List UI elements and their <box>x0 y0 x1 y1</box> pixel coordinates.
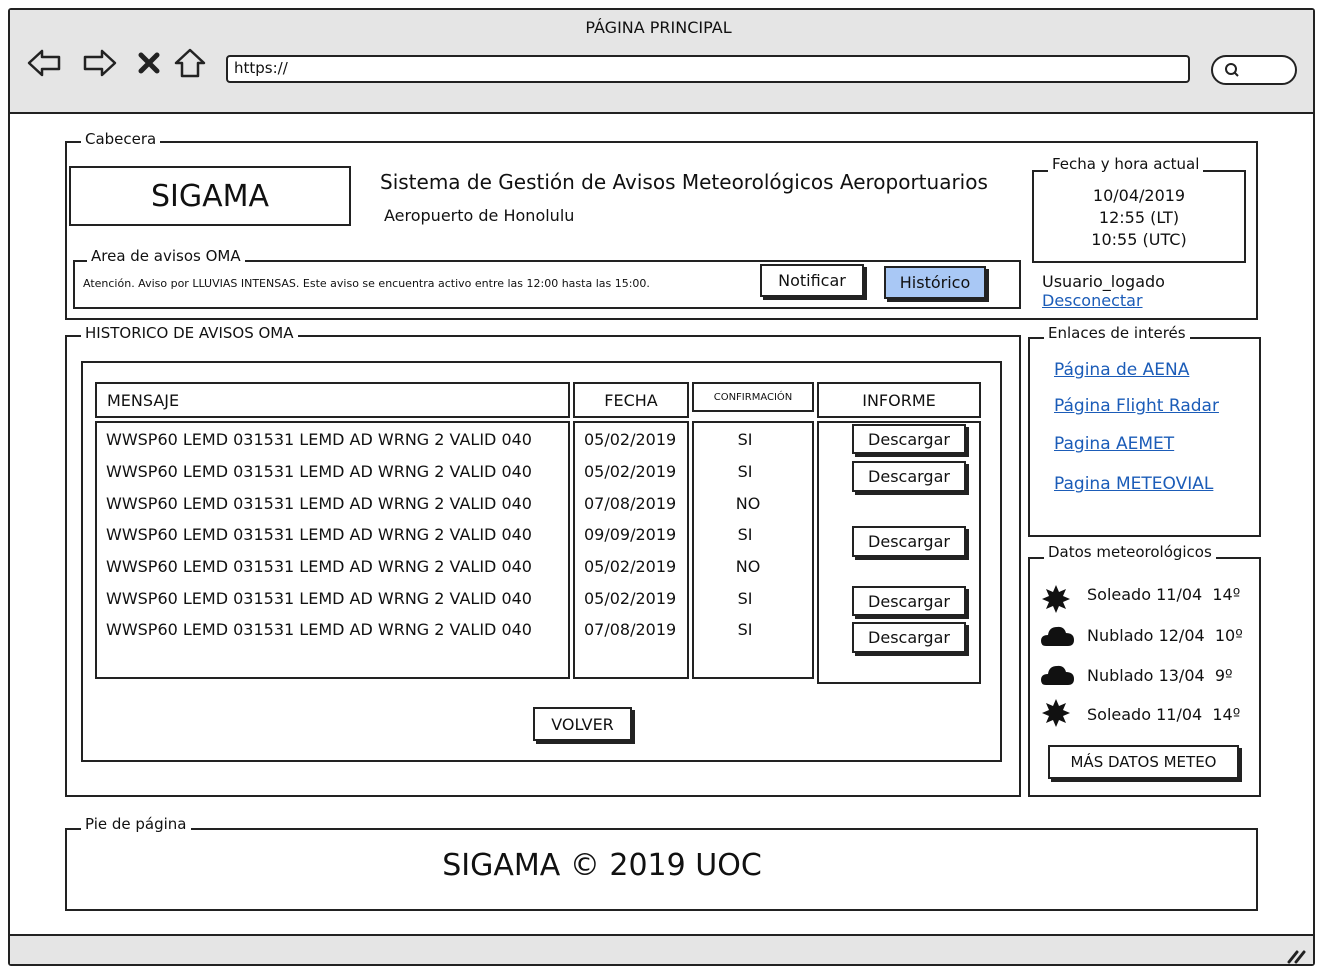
back-button[interactable]: VOLVER <box>533 707 632 741</box>
notify-button[interactable]: Notificar <box>760 264 864 297</box>
download-button[interactable]: Descargar <box>852 424 966 454</box>
weather-date: 13/04 <box>1158 666 1205 685</box>
current-time-lt: 12:55 (LT) <box>1098 208 1180 227</box>
message-cell: WWSP60 LEMD 031531 LEMD AD WRNG 2 VALID … <box>106 620 532 639</box>
system-title: Sistema de Gestión de Avisos Meteorológi… <box>380 170 988 194</box>
home-icon[interactable] <box>170 43 210 83</box>
datetime-values: 10/04/2019 12:55 (LT) 10:55 (UTC) <box>1032 185 1246 251</box>
weather-temp: 10º <box>1214 626 1243 645</box>
link-meteovial[interactable]: Pagina METEOVIAL <box>1054 474 1213 494</box>
browser-search-box[interactable] <box>1211 55 1297 85</box>
window-title: PÁGINA PRINCIPAL <box>585 18 732 37</box>
confirmation-cell: SI <box>737 589 753 608</box>
weather-desc: Nublado <box>1087 666 1154 685</box>
message-cell: WWSP60 LEMD 031531 LEMD AD WRNG 2 VALID … <box>106 494 532 513</box>
weather-item: Nublado 13/04 9º <box>1087 666 1233 685</box>
weather-item: Soleado 11/04 14º <box>1087 705 1240 724</box>
date-cell: 09/09/2019 <box>584 525 677 544</box>
link-aena[interactable]: Página de AENA <box>1054 360 1189 380</box>
cloud-icon <box>1040 621 1076 653</box>
column-body-confirmacion <box>692 421 814 679</box>
oma-alert-group-label: Area de avisos OMA <box>87 248 245 264</box>
download-button[interactable]: Descargar <box>852 461 966 492</box>
confirmation-cell: NO <box>735 494 761 513</box>
weather-date: 11/04 <box>1156 585 1203 604</box>
header-group-label: Cabecera <box>81 131 161 147</box>
stop-icon[interactable] <box>134 43 164 83</box>
date-cell: 05/02/2019 <box>584 462 677 481</box>
confirmation-cell: SI <box>737 430 753 449</box>
history-button[interactable]: Histórico <box>884 266 986 299</box>
logout-link[interactable]: Desconectar <box>1042 291 1143 310</box>
forward-icon[interactable] <box>80 43 120 83</box>
download-button[interactable]: Descargar <box>852 586 966 616</box>
footer-group-label: Pie de página <box>81 816 191 832</box>
sun-icon <box>1040 697 1072 733</box>
column-body-mensaje <box>95 421 570 679</box>
history-group-label: HISTORICO DE AVISOS OMA <box>81 325 298 341</box>
datetime-group-label: Fecha y hora actual <box>1048 156 1204 172</box>
weather-item: Nublado 12/04 10º <box>1087 626 1243 645</box>
confirmation-cell: SI <box>737 620 753 639</box>
cloud-icon <box>1040 660 1076 692</box>
more-weather-button[interactable]: MÁS DATOS METEO <box>1048 745 1239 779</box>
weather-item: Soleado 11/04 14º <box>1087 585 1240 604</box>
weather-desc: Nublado <box>1087 626 1154 645</box>
date-cell: 05/02/2019 <box>584 430 677 449</box>
browser-status-bar <box>10 934 1313 964</box>
airport-name: Aeropuerto de Honolulu <box>384 206 575 225</box>
current-time-utc: 10:55 (UTC) <box>1091 230 1187 249</box>
alert-text: Atención. Aviso por LLUVIAS INTENSAS. Es… <box>83 277 650 290</box>
confirmation-cell: NO <box>735 557 761 576</box>
search-icon <box>1223 61 1241 83</box>
column-header-confirmacion: CONFIRMACIÓN <box>692 382 814 412</box>
back-icon[interactable] <box>24 43 64 83</box>
message-cell: WWSP60 LEMD 031531 LEMD AD WRNG 2 VALID … <box>106 557 532 576</box>
date-cell: 05/02/2019 <box>584 557 677 576</box>
confirmation-cell: SI <box>737 462 753 481</box>
resize-grip-icon[interactable] <box>1286 946 1308 968</box>
message-cell: WWSP60 LEMD 031531 LEMD AD WRNG 2 VALID … <box>106 462 532 481</box>
message-cell: WWSP60 LEMD 031531 LEMD AD WRNG 2 VALID … <box>106 430 532 449</box>
message-cell: WWSP60 LEMD 031531 LEMD AD WRNG 2 VALID … <box>106 589 532 608</box>
date-cell: 05/02/2019 <box>584 589 677 608</box>
logged-user: Usuario_logado <box>1042 272 1165 291</box>
message-cell: WWSP60 LEMD 031531 LEMD AD WRNG 2 VALID … <box>106 525 532 544</box>
links-group-label: Enlaces de interés <box>1044 325 1190 341</box>
weather-date: 12/04 <box>1158 626 1205 645</box>
date-cell: 07/08/2019 <box>584 620 677 639</box>
url-text: https:// <box>234 59 288 77</box>
column-body-fecha <box>573 421 689 679</box>
date-cell: 07/08/2019 <box>584 494 677 513</box>
download-button[interactable]: Descargar <box>852 526 966 557</box>
confirmation-cell: SI <box>737 525 753 544</box>
weather-desc: Soleado <box>1087 585 1151 604</box>
address-bar[interactable]: https:// <box>226 55 1190 83</box>
weather-temp: 14º <box>1212 705 1241 724</box>
download-button[interactable]: Descargar <box>852 622 966 653</box>
weather-desc: Soleado <box>1087 705 1151 724</box>
footer-text: SIGAMA © 2019 UOC <box>442 848 762 883</box>
app-logo: SIGAMA <box>69 166 351 226</box>
link-aemet[interactable]: Pagina AEMET <box>1054 434 1174 454</box>
column-header-fecha: FECHA <box>573 382 689 418</box>
column-header-mensaje: MENSAJE <box>95 382 570 418</box>
sun-icon <box>1040 583 1072 619</box>
link-flight-radar[interactable]: Página Flight Radar <box>1054 396 1219 416</box>
weather-group-label: Datos meteorológicos <box>1044 544 1216 560</box>
weather-date: 11/04 <box>1156 705 1203 724</box>
current-date: 10/04/2019 <box>1092 186 1186 205</box>
column-header-informe: INFORME <box>817 382 981 418</box>
weather-temp: 14º <box>1212 585 1241 604</box>
weather-temp: 9º <box>1214 666 1233 685</box>
